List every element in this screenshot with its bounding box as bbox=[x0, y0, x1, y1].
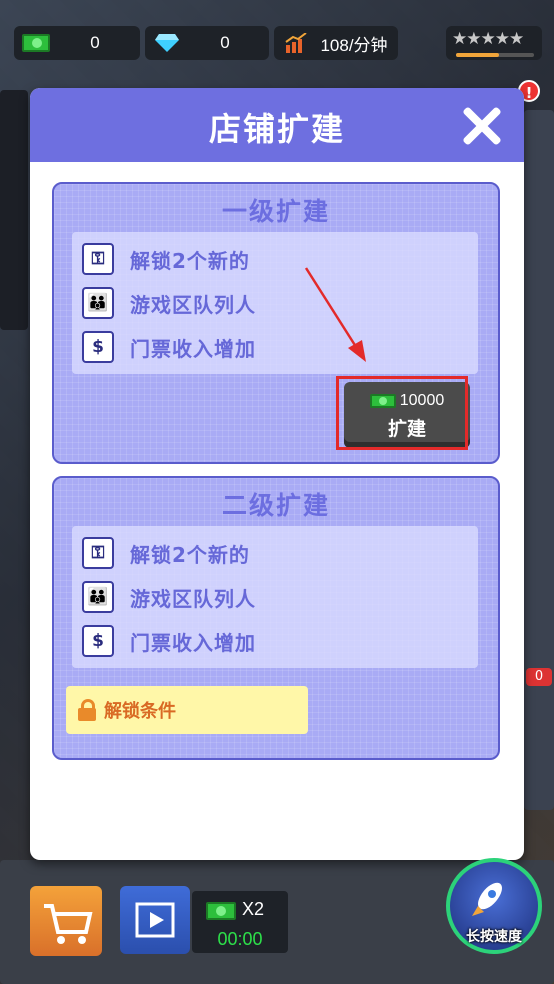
diamond-icon bbox=[153, 34, 181, 52]
video-icon bbox=[135, 902, 175, 938]
shop-button[interactable] bbox=[30, 886, 102, 956]
highlight-box bbox=[336, 376, 468, 450]
level2-title: 二级扩建 bbox=[221, 491, 330, 520]
cash-icon bbox=[22, 34, 50, 52]
feature-item: ⚿ 解锁2个新的 bbox=[82, 242, 250, 276]
queue-people-icon: 👪 bbox=[82, 581, 114, 613]
gem-value: 0 bbox=[220, 33, 230, 52]
boost-timer: 00:00 bbox=[217, 929, 263, 949]
feature-text: 门票收入增加 bbox=[130, 336, 256, 361]
queue-people-icon: 👪 bbox=[82, 287, 114, 319]
rating-stars: ★★★★★ bbox=[452, 29, 524, 49]
feature-item: $ 门票收入增加 bbox=[82, 624, 256, 658]
income-rate-value: 108/分钟 bbox=[320, 35, 388, 55]
person-key-icon: ⚿ bbox=[82, 243, 114, 275]
money-bag-icon: $ bbox=[82, 625, 114, 657]
boost-panel: X2 00:00 bbox=[192, 891, 288, 953]
speed-up-label: 长按速度 bbox=[466, 929, 522, 945]
level2-feature-list: ⚿ 解锁2个新的 👪 游戏区队列人 $ 门票收入增加 bbox=[72, 526, 478, 668]
building-left bbox=[0, 90, 28, 330]
cash-icon bbox=[206, 902, 236, 920]
rating-box[interactable]: ★★★★★ bbox=[446, 26, 542, 60]
feature-text: 游戏区队列人 bbox=[130, 292, 256, 317]
close-icon[interactable] bbox=[460, 104, 504, 148]
feature-item: ⚿ 解锁2个新的 bbox=[82, 536, 250, 570]
dialog-header: 店铺扩建 bbox=[30, 88, 524, 162]
cash-counter: 0 bbox=[14, 26, 140, 60]
unlock-condition[interactable]: 解锁条件 bbox=[66, 686, 308, 734]
dialog-title: 店铺扩建 bbox=[208, 110, 345, 148]
lock-icon bbox=[78, 699, 96, 721]
unlock-condition-label: 解锁条件 bbox=[104, 701, 176, 722]
rating-progress-fill bbox=[456, 53, 499, 57]
feature-text: 解锁2个新的 bbox=[130, 248, 250, 273]
watch-video-button[interactable] bbox=[120, 886, 190, 954]
level1-title: 一级扩建 bbox=[221, 197, 330, 226]
gem-counter: 0 bbox=[145, 26, 269, 60]
rating-progress-bar bbox=[456, 53, 534, 57]
building-right bbox=[524, 110, 554, 810]
feature-item: $ 门票收入增加 bbox=[82, 330, 256, 364]
person-key-icon: ⚿ bbox=[82, 537, 114, 569]
cash-value: 0 bbox=[90, 33, 100, 52]
feature-text: 门票收入增加 bbox=[130, 630, 256, 655]
feature-text: 解锁2个新的 bbox=[130, 542, 250, 567]
chart-up-icon bbox=[282, 33, 310, 53]
income-rate: 108/分钟 bbox=[274, 26, 398, 60]
feature-item: 👪 游戏区队列人 bbox=[82, 580, 256, 614]
level2-panel: 二级扩建 ⚿ 解锁2个新的 👪 游戏区队列人 $ 门票收入增加 解锁条件 bbox=[52, 476, 500, 760]
feature-item: 👪 游戏区队列人 bbox=[82, 286, 256, 320]
feature-text: 游戏区队列人 bbox=[130, 586, 256, 611]
boost-multiplier: X2 bbox=[242, 899, 265, 919]
expansion-dialog: 店铺扩建 一级扩建 ⚿ 解锁2个新的 👪 游戏区队列人 $ 门票收入增加 100… bbox=[30, 88, 524, 860]
cart-icon bbox=[44, 904, 93, 944]
money-bag-icon: $ bbox=[82, 331, 114, 363]
level1-feature-list: ⚿ 解锁2个新的 👪 游戏区队列人 $ 门票收入增加 bbox=[72, 232, 478, 374]
side-count-badge: 0 bbox=[526, 668, 552, 686]
